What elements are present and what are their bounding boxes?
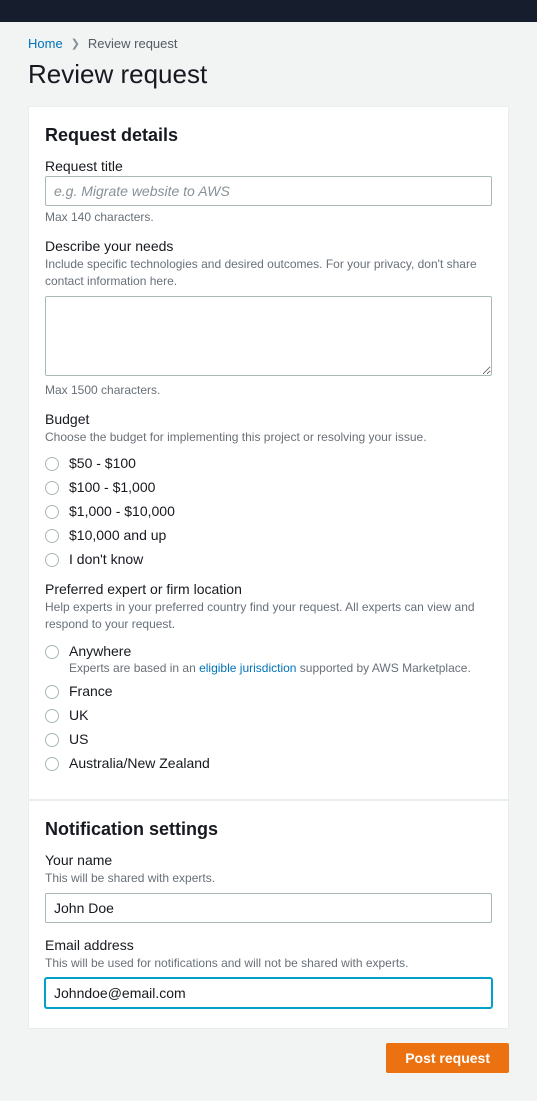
location-radio-group: Anywhere Experts are based in an eligibl… bbox=[45, 643, 492, 771]
budget-desc: Choose the budget for implementing this … bbox=[45, 429, 492, 446]
request-title-help: Max 140 characters. bbox=[45, 210, 492, 224]
radio-icon[interactable] bbox=[45, 529, 59, 543]
radio-icon[interactable] bbox=[45, 733, 59, 747]
breadcrumb: Home ❯ Review request bbox=[28, 22, 509, 59]
radio-icon[interactable] bbox=[45, 685, 59, 699]
page-title: Review request bbox=[28, 59, 509, 90]
breadcrumb-current: Review request bbox=[88, 36, 178, 51]
notification-settings-panel: Notification settings Your name This wil… bbox=[28, 800, 509, 1029]
location-option[interactable]: France bbox=[69, 683, 113, 699]
location-option-anywhere[interactable]: Anywhere bbox=[69, 643, 131, 659]
budget-option[interactable]: $100 - $1,000 bbox=[69, 479, 155, 495]
radio-icon[interactable] bbox=[45, 709, 59, 723]
request-title-input[interactable] bbox=[45, 176, 492, 206]
notification-settings-heading: Notification settings bbox=[45, 819, 492, 840]
describe-label: Describe your needs bbox=[45, 238, 492, 254]
location-field: Preferred expert or firm location Help e… bbox=[45, 581, 492, 771]
name-desc: This will be shared with experts. bbox=[45, 870, 492, 887]
location-sub-text: Experts are based in an bbox=[69, 661, 199, 675]
chevron-right-icon: ❯ bbox=[71, 37, 80, 50]
top-nav-bar bbox=[0, 0, 537, 22]
post-request-button[interactable]: Post request bbox=[386, 1043, 509, 1073]
radio-icon[interactable] bbox=[45, 645, 59, 659]
budget-radio-group: $50 - $100 $100 - $1,000 $1,000 - $10,00… bbox=[45, 455, 492, 567]
location-anywhere-sub: Experts are based in an eligible jurisdi… bbox=[69, 661, 471, 675]
radio-icon[interactable] bbox=[45, 757, 59, 771]
budget-option[interactable]: $50 - $100 bbox=[69, 455, 136, 471]
describe-help: Max 1500 characters. bbox=[45, 383, 492, 397]
location-sub-text: supported by AWS Marketplace. bbox=[296, 661, 470, 675]
radio-icon[interactable] bbox=[45, 457, 59, 471]
budget-field: Budget Choose the budget for implementin… bbox=[45, 411, 492, 568]
location-label: Preferred expert or firm location bbox=[45, 581, 492, 597]
radio-icon[interactable] bbox=[45, 553, 59, 567]
budget-option[interactable]: I don't know bbox=[69, 551, 143, 567]
eligible-jurisdiction-link[interactable]: eligible jurisdiction bbox=[199, 661, 296, 675]
describe-field: Describe your needs Include specific tec… bbox=[45, 238, 492, 397]
email-field: Email address This will be used for noti… bbox=[45, 937, 492, 1008]
request-title-field: Request title Max 140 characters. bbox=[45, 158, 492, 224]
budget-label: Budget bbox=[45, 411, 492, 427]
actions-bar: Post request bbox=[28, 1029, 509, 1073]
email-label: Email address bbox=[45, 937, 492, 953]
location-option[interactable]: US bbox=[69, 731, 88, 747]
location-option[interactable]: Australia/New Zealand bbox=[69, 755, 210, 771]
location-option[interactable]: UK bbox=[69, 707, 88, 723]
request-details-panel: Request details Request title Max 140 ch… bbox=[28, 106, 509, 800]
describe-textarea[interactable] bbox=[45, 296, 492, 376]
email-input[interactable] bbox=[45, 978, 492, 1008]
describe-desc: Include specific technologies and desire… bbox=[45, 256, 492, 290]
name-field: Your name This will be shared with exper… bbox=[45, 852, 492, 923]
radio-icon[interactable] bbox=[45, 505, 59, 519]
radio-icon[interactable] bbox=[45, 481, 59, 495]
budget-option[interactable]: $10,000 and up bbox=[69, 527, 166, 543]
breadcrumb-home-link[interactable]: Home bbox=[28, 36, 63, 51]
request-details-heading: Request details bbox=[45, 125, 492, 146]
email-desc: This will be used for notifications and … bbox=[45, 955, 492, 972]
name-input[interactable] bbox=[45, 893, 492, 923]
name-label: Your name bbox=[45, 852, 492, 868]
location-desc: Help experts in your preferred country f… bbox=[45, 599, 492, 633]
budget-option[interactable]: $1,000 - $10,000 bbox=[69, 503, 175, 519]
request-title-label: Request title bbox=[45, 158, 492, 174]
